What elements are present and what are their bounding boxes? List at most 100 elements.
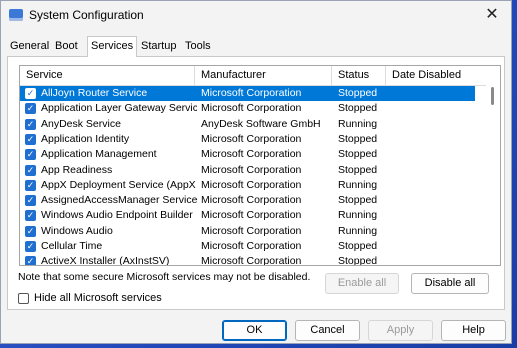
service-date-disabled-cell — [392, 86, 472, 101]
service-status-cell: Stopped — [338, 255, 378, 266]
service-date-disabled-cell — [392, 132, 472, 147]
list-header: Service Manufacturer Status Date Disable… — [20, 66, 500, 86]
service-status-cell: Running — [338, 117, 378, 130]
column-header-service[interactable]: Service — [20, 66, 195, 85]
service-checkbox[interactable]: ✓ — [25, 225, 36, 237]
service-status-cell: Stopped — [338, 240, 378, 252]
service-row[interactable]: ✓ Windows Audio Endpoint Builder Microsoft… — [20, 208, 475, 223]
service-service-cell: AppX Deployment Service (AppX… — [41, 178, 197, 191]
service-status-cell: Running — [338, 209, 378, 222]
tab-general[interactable]: General — [7, 38, 52, 55]
service-manufacturer-cell: Microsoft Corporation — [201, 132, 302, 145]
service-row[interactable]: ✓ AnyDesk Service AnyDesk Software GmbH Run… — [20, 117, 475, 132]
msconfig-app-icon — [9, 9, 23, 21]
service-manufacturer-cell: Microsoft Corporation — [201, 87, 302, 99]
service-row[interactable]: ✓ Windows Audio Microsoft Corporation Runni… — [20, 224, 475, 239]
service-row[interactable]: ✓ Application Identity Microsoft Corporati… — [20, 132, 475, 147]
apply-button[interactable]: Apply — [368, 320, 433, 341]
cancel-button[interactable]: Cancel — [295, 320, 360, 341]
close-icon[interactable]: ✕ — [481, 5, 503, 25]
service-row[interactable]: ✓ App Readiness Microsoft Corporation Stopp… — [20, 163, 475, 178]
hide-ms-services-label: Hide all Microsoft services — [34, 292, 162, 304]
service-date-disabled-cell — [392, 163, 472, 178]
enable-all-button[interactable]: Enable all — [325, 273, 399, 294]
system-configuration-window: System Configuration ✕ General Boot Serv… — [0, 0, 512, 344]
tab-startup[interactable]: Startup — [138, 38, 179, 55]
service-checkbox[interactable]: ✓ — [25, 256, 36, 265]
service-date-disabled-cell — [392, 117, 472, 132]
tab-boot[interactable]: Boot — [52, 38, 81, 55]
service-manufacturer-cell: Microsoft Corporation — [201, 178, 302, 191]
service-row[interactable]: ✓ Application Management Microsoft Corpora… — [20, 147, 475, 162]
service-date-disabled-cell — [392, 208, 472, 223]
service-status-cell: Stopped — [338, 87, 378, 99]
secure-services-note: Note that some secure Microsoft services… — [18, 271, 311, 283]
service-date-disabled-cell — [392, 254, 472, 265]
hide-ms-services-checkbox[interactable] — [18, 293, 29, 304]
service-status-cell: Running — [338, 178, 378, 191]
services-panel: Service Manufacturer Status Date Disable… — [7, 56, 505, 310]
service-row[interactable]: ✓ Cellular Time Microsoft Corporation Stopp… — [20, 239, 475, 254]
window-title: System Configuration — [29, 8, 144, 22]
service-checkbox[interactable]: ✓ — [25, 164, 36, 176]
tab-services[interactable]: Services — [87, 36, 138, 57]
service-service-cell: Application Management — [41, 148, 157, 161]
scrollbar-thumb[interactable] — [491, 87, 494, 105]
service-date-disabled-cell — [392, 224, 472, 239]
service-status-cell: Running — [338, 224, 378, 237]
service-row[interactable]: ✓ AppX Deployment Service (AppX… Microsoft… — [20, 178, 475, 193]
service-manufacturer-cell: Microsoft Corporation — [201, 255, 302, 266]
service-row[interactable]: ✓ ActiveX Installer (AxInstSV) Microsoft C… — [20, 254, 475, 266]
column-header-status[interactable]: Status — [332, 66, 386, 85]
service-manufacturer-cell: Microsoft Corporation — [201, 194, 302, 207]
service-manufacturer-cell: Microsoft Corporation — [201, 224, 302, 237]
services-list: Service Manufacturer Status Date Disable… — [19, 65, 501, 266]
service-date-disabled-cell — [392, 178, 472, 193]
vertical-scrollbar[interactable] — [486, 85, 500, 265]
service-service-cell: Windows Audio Endpoint Builder — [41, 209, 193, 222]
service-service-cell: App Readiness — [41, 163, 113, 176]
title-bar: System Configuration ✕ — [1, 1, 511, 31]
service-manufacturer-cell: Microsoft Corporation — [201, 148, 302, 161]
service-checkbox[interactable]: ✓ — [25, 195, 36, 207]
ok-button[interactable]: OK — [222, 320, 287, 341]
service-service-cell: AnyDesk Service — [41, 117, 121, 130]
service-manufacturer-cell: Microsoft Corporation — [201, 209, 302, 222]
service-manufacturer-cell: Microsoft Corporation — [201, 102, 302, 115]
service-checkbox[interactable]: ✓ — [25, 210, 36, 222]
service-status-cell: Stopped — [338, 163, 378, 176]
service-service-cell: Cellular Time — [41, 240, 103, 252]
service-date-disabled-cell — [392, 193, 472, 208]
service-checkbox[interactable]: ✓ — [25, 149, 36, 161]
tab-tools[interactable]: Tools — [182, 38, 214, 55]
service-checkbox[interactable]: ✓ — [25, 88, 36, 99]
service-row[interactable]: ✓ AssignedAccessManager Service Microsoft … — [20, 193, 475, 208]
service-service-cell: AssignedAccessManager Service — [41, 194, 197, 207]
service-checkbox[interactable]: ✓ — [25, 179, 36, 191]
service-status-cell: Stopped — [338, 102, 378, 115]
service-status-cell: Stopped — [338, 132, 378, 145]
service-status-cell: Stopped — [338, 148, 378, 161]
service-service-cell: Application Identity — [41, 132, 130, 145]
service-service-cell: Application Layer Gateway Service — [41, 102, 197, 115]
help-button[interactable]: Help — [441, 320, 506, 341]
service-status-cell: Stopped — [338, 194, 378, 207]
service-checkbox[interactable]: ✓ — [25, 133, 36, 145]
service-manufacturer-cell: AnyDesk Software GmbH — [201, 117, 321, 130]
service-date-disabled-cell — [392, 101, 472, 116]
service-date-disabled-cell — [392, 147, 472, 162]
service-checkbox[interactable]: ✓ — [25, 241, 36, 252]
service-manufacturer-cell: Microsoft Corporation — [201, 163, 302, 176]
column-header-manufacturer[interactable]: Manufacturer — [195, 66, 332, 85]
column-header-date-disabled[interactable]: Date Disabled — [386, 66, 486, 85]
service-checkbox[interactable]: ✓ — [25, 118, 36, 130]
service-service-cell: ActiveX Installer (AxInstSV) — [41, 255, 170, 266]
service-row[interactable]: ✓ Application Layer Gateway Service Micros… — [20, 101, 475, 116]
disable-all-button[interactable]: Disable all — [411, 273, 489, 294]
service-checkbox[interactable]: ✓ — [25, 103, 36, 115]
service-manufacturer-cell: Microsoft Corporation — [201, 240, 302, 252]
service-row[interactable]: ✓ AllJoyn Router Service Microsoft Corpora… — [20, 86, 475, 102]
service-service-cell: Windows Audio — [41, 224, 113, 237]
service-date-disabled-cell — [392, 239, 472, 254]
service-service-cell: AllJoyn Router Service — [41, 87, 148, 99]
